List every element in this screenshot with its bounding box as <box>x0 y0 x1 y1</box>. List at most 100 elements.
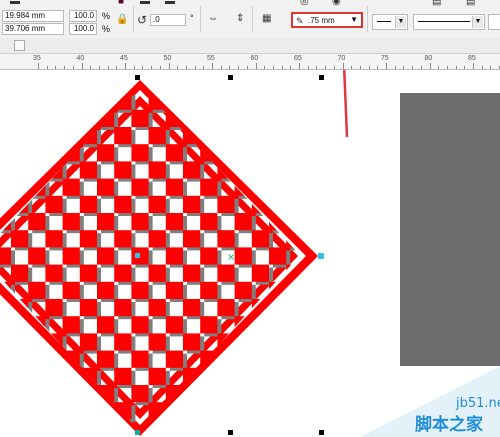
toolbar-icon[interactable]: ▬ <box>10 0 20 8</box>
selection-handle[interactable] <box>228 430 233 435</box>
ruler-tick-label: 35 <box>33 55 41 62</box>
checker-square <box>251 333 269 351</box>
object-height-field[interactable]: 39.706 mm <box>2 23 64 35</box>
page-tab-icon[interactable] <box>14 40 25 51</box>
ruler-minor-tick <box>359 66 361 69</box>
checker-square <box>79 92 97 110</box>
ruler-tick-label: 75 <box>381 55 389 62</box>
ruler-tick-label: 60 <box>250 55 259 62</box>
checker-shadow <box>238 353 256 371</box>
checker-square <box>114 299 132 317</box>
checker-shadow <box>49 370 67 388</box>
checker-square <box>183 195 201 213</box>
selection-handle[interactable] <box>228 75 233 80</box>
checker-shadow <box>221 95 239 113</box>
checker-square <box>148 127 166 145</box>
ruler-minor-tick <box>438 66 440 69</box>
toolbar-icon[interactable]: ■ <box>118 0 124 8</box>
checker-square <box>165 350 183 368</box>
checker-shadow <box>255 336 273 354</box>
gray-rectangle-object[interactable] <box>400 93 500 366</box>
checker-shadow <box>221 370 239 388</box>
toolbar-icon[interactable]: ▤ <box>466 0 475 8</box>
wrap-text-icon[interactable]: ▦ <box>262 13 271 25</box>
ruler-minor-tick <box>133 66 135 69</box>
checker-square <box>0 178 12 196</box>
scale-x-field[interactable]: 100.0 <box>69 10 97 22</box>
node-handle[interactable] <box>318 253 324 259</box>
checker-square <box>114 367 132 385</box>
checker-square <box>286 161 300 179</box>
checker-square <box>217 367 235 385</box>
checker-shadow <box>273 353 291 371</box>
checker-square <box>114 161 132 179</box>
checker-square <box>200 213 218 231</box>
mirror-vertical-icon[interactable]: ⇕ <box>236 13 244 25</box>
checker-shadow <box>15 405 33 423</box>
ruler-minor-tick <box>238 66 240 69</box>
checker-square <box>234 281 252 299</box>
checker-square <box>28 109 46 127</box>
selection-handle[interactable] <box>319 75 324 80</box>
selection-handle[interactable] <box>319 430 324 435</box>
lock-ratio-icon[interactable]: 🔒 <box>116 14 128 26</box>
drawing-canvas[interactable]: × jb51.net 脚本之家 <box>0 70 500 437</box>
degree-label: ° <box>190 13 194 23</box>
rotation-angle-field[interactable]: .0 <box>150 14 186 26</box>
checker-square <box>0 144 12 162</box>
percent-label: % <box>102 24 111 34</box>
checker-shadow <box>204 112 222 130</box>
checker-square <box>200 316 218 334</box>
checker-square <box>269 109 287 127</box>
ruler-tick <box>429 63 431 69</box>
outline-width-value: .75 mm <box>308 16 335 25</box>
toolbar-icon[interactable]: ◎ <box>300 0 309 8</box>
checker-shadow <box>255 405 273 423</box>
checker-square <box>131 178 149 196</box>
checker-square <box>148 161 166 179</box>
checker-shadow <box>32 388 50 406</box>
checker-square <box>269 350 287 368</box>
selection-handle[interactable] <box>135 430 140 435</box>
checker-shadow <box>255 370 273 388</box>
ruler-minor-tick <box>455 66 457 69</box>
ruler-tick <box>168 63 170 69</box>
center-x-marker[interactable]: × <box>227 252 235 263</box>
checker-square <box>131 281 149 299</box>
toolbar-icon[interactable]: ▬ <box>140 0 150 8</box>
horizontal-ruler[interactable]: 35 40 45 50 55 60 65 70 75 80 85 <box>0 54 500 70</box>
ruler-tick-label: 65 <box>294 55 302 62</box>
checker-square <box>269 385 287 403</box>
checker-square <box>234 213 252 231</box>
mirror-horizontal-icon[interactable]: ⇔ <box>208 13 218 25</box>
outline-width-dropdown[interactable]: ✎ .75 mm ▼ <box>291 12 363 28</box>
checker-shadow <box>0 353 16 371</box>
checker-shadow <box>290 130 300 148</box>
selection-handle[interactable] <box>135 75 140 80</box>
checker-square <box>251 367 269 385</box>
toolbar-icon[interactable]: ◉ <box>332 0 341 8</box>
checker-square <box>97 213 115 231</box>
ruler-tick <box>81 63 83 69</box>
checker-square <box>62 385 80 403</box>
center-node[interactable] <box>135 253 140 258</box>
watermark-brand: 脚本之家 <box>415 414 483 435</box>
end-arrowhead-dropdown[interactable] <box>488 14 500 30</box>
checker-square <box>28 350 46 368</box>
scale-y-field[interactable]: 100.0 <box>69 23 97 35</box>
toolbar-icon[interactable]: ▤ <box>432 0 441 8</box>
checker-square <box>217 264 235 282</box>
ruler-minor-tick <box>464 66 466 69</box>
object-width-field[interactable]: 19.984 mm <box>2 10 64 22</box>
checker-square <box>62 178 80 196</box>
start-arrowhead-dropdown[interactable]: ▼ <box>372 14 408 30</box>
checker-square <box>183 161 201 179</box>
line-style-dropdown[interactable]: ▼ <box>413 14 485 30</box>
toolbar-icon[interactable]: ▬ <box>165 0 175 8</box>
checker-square <box>286 92 300 110</box>
checker-square <box>45 402 63 420</box>
checker-square <box>183 299 201 317</box>
percent-label: % <box>102 11 111 21</box>
checker-square <box>269 316 287 334</box>
ruler-tick <box>125 63 126 69</box>
